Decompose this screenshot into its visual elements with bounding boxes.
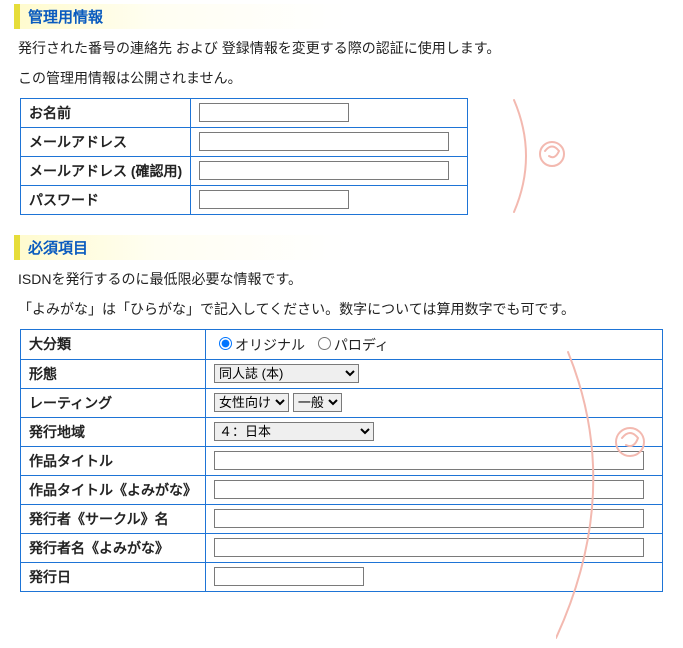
table-row: 発行者《サークル》名 — [21, 504, 663, 533]
rating-select-1[interactable]: 女性向け — [214, 393, 289, 412]
date-field[interactable] — [214, 567, 364, 586]
table-row: 大分類 オリジナル パロディ — [21, 329, 663, 359]
required-intro-1: ISDNを発行するのに最低限必要な情報です。 — [18, 268, 669, 290]
table-row: 発行地域 ４：日本 — [21, 417, 663, 446]
form-select[interactable]: 同人誌 (本) — [214, 364, 359, 383]
radio-original[interactable] — [219, 337, 232, 350]
label-mail-confirm: メールアドレス (確認用) — [21, 156, 191, 185]
section-heading-required: 必須項目 — [14, 235, 474, 260]
label-publisher-yomi: 発行者名《よみがな》 — [21, 533, 206, 562]
table-row: 形態 同人誌 (本) — [21, 359, 663, 388]
region-select[interactable]: ４：日本 — [214, 422, 374, 441]
radio-original-label[interactable]: オリジナル — [214, 337, 309, 353]
label-name: お名前 — [21, 98, 191, 127]
table-row: パスワード — [21, 185, 468, 214]
label-title: 作品タイトル — [21, 446, 206, 475]
admin-info-table: お名前 メールアドレス メールアドレス (確認用) パスワード — [20, 98, 468, 215]
table-row: メールアドレス — [21, 127, 468, 156]
label-region: 発行地域 — [21, 417, 206, 446]
title-field[interactable] — [214, 451, 644, 470]
table-row: お名前 — [21, 98, 468, 127]
label-publisher: 発行者《サークル》名 — [21, 504, 206, 533]
label-date: 発行日 — [21, 562, 206, 591]
table-row: 発行者名《よみがな》 — [21, 533, 663, 562]
table-row: メールアドレス (確認用) — [21, 156, 468, 185]
radio-parody[interactable] — [318, 337, 331, 350]
table-row: レーティング 女性向け 一般 — [21, 388, 663, 417]
label-title-yomi: 作品タイトル《よみがな》 — [21, 475, 206, 504]
label-form: 形態 — [21, 359, 206, 388]
label-category: 大分類 — [21, 329, 206, 359]
admin-intro-2: この管理用情報は公開されません。 — [18, 67, 669, 89]
required-intro-2: 「よみがな」は「ひらがな」で記入してください。数字については算用数字でも可です。 — [18, 298, 669, 320]
mail-field[interactable] — [199, 132, 449, 151]
label-rating: レーティング — [21, 388, 206, 417]
label-mail: メールアドレス — [21, 127, 191, 156]
rating-select-2[interactable]: 一般 — [293, 393, 342, 412]
name-field[interactable] — [199, 103, 349, 122]
decorative-mark-1-icon — [500, 96, 590, 216]
admin-intro-1: 発行された番号の連絡先 および 登録情報を変更する際の認証に使用します。 — [18, 37, 669, 59]
table-row: 発行日 — [21, 562, 663, 591]
publisher-field[interactable] — [214, 509, 644, 528]
label-password: パスワード — [21, 185, 191, 214]
publisher-yomi-field[interactable] — [214, 538, 644, 557]
title-yomi-field[interactable] — [214, 480, 644, 499]
mail-confirm-field[interactable] — [199, 161, 449, 180]
section-heading-admin: 管理用情報 — [14, 4, 474, 29]
table-row: 作品タイトル《よみがな》 — [21, 475, 663, 504]
required-items-table: 大分類 オリジナル パロディ 形態 同人誌 (本) レーティング 女性向け 一般 — [20, 329, 663, 592]
table-row: 作品タイトル — [21, 446, 663, 475]
radio-parody-label[interactable]: パロディ — [313, 337, 389, 353]
password-field[interactable] — [199, 190, 349, 209]
